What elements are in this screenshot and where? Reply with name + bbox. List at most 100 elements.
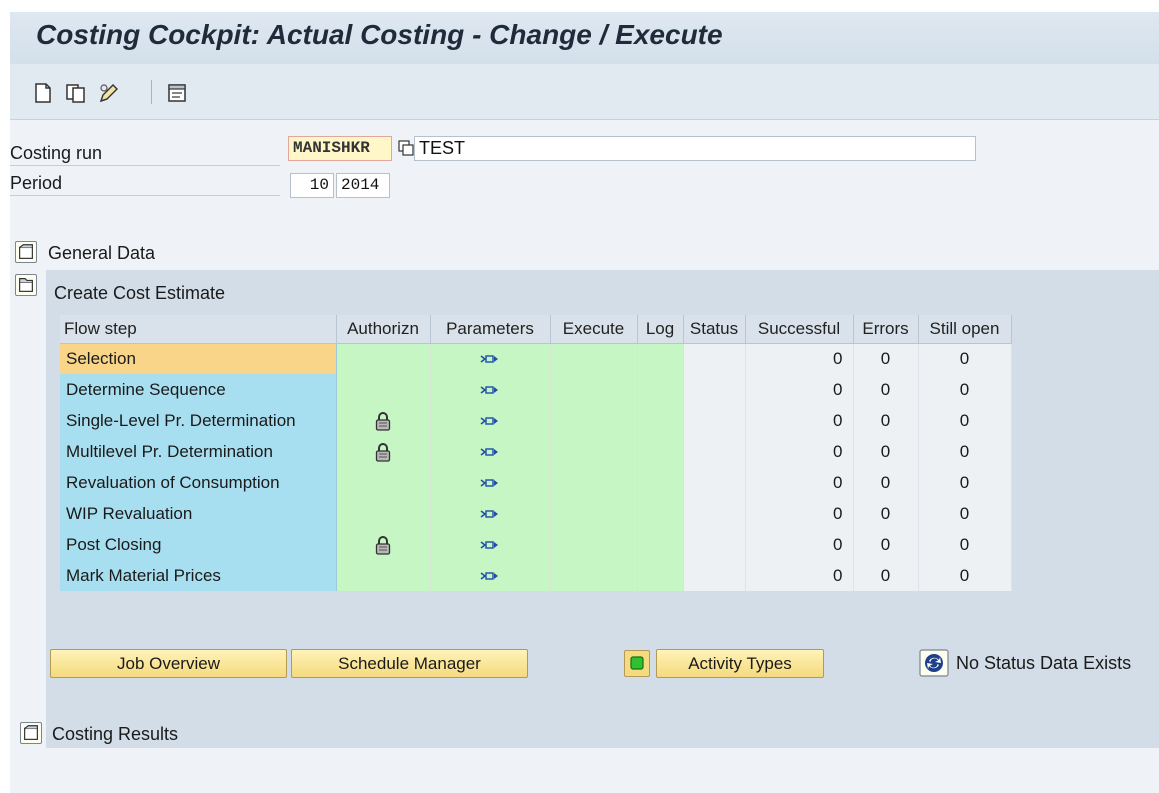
flow-step-cell[interactable]: Mark Material Prices xyxy=(60,560,337,591)
status-cell xyxy=(683,498,746,529)
job-overview-button[interactable]: Job Overview xyxy=(50,649,287,678)
table-row[interactable]: WIP Revaluation 0 0 0 xyxy=(60,498,1012,529)
flow-step-cell[interactable]: Selection xyxy=(60,343,337,374)
parameters-icon[interactable] xyxy=(480,416,500,426)
flow-step-cell[interactable]: Determine Sequence xyxy=(60,374,337,405)
flow-steps-table: Flow step Authorizn Parameters Execute L… xyxy=(60,315,1012,591)
lock-icon xyxy=(375,411,391,431)
column-header[interactable]: Status xyxy=(683,315,746,344)
activity-types-button[interactable]: Activity Types xyxy=(656,649,824,678)
collapse-tray-icon[interactable] xyxy=(15,274,37,296)
costing-results-label: Costing Results xyxy=(52,724,179,744)
errors-count: 0 xyxy=(853,343,919,374)
column-header[interactable]: Errors xyxy=(853,315,919,344)
title-bar: Costing Cockpit: Actual Costing - Change… xyxy=(10,12,1159,64)
table-row[interactable]: Revaluation of Consumption 0 0 0 xyxy=(60,467,1012,498)
execute-cell[interactable] xyxy=(550,560,638,591)
execute-cell[interactable] xyxy=(550,498,638,529)
log-cell[interactable] xyxy=(637,405,684,436)
table-row[interactable]: Determine Sequence 0 0 0 xyxy=(60,374,1012,405)
activity-status-button[interactable] xyxy=(624,650,650,677)
table-row[interactable]: Mark Material Prices 0 0 0 xyxy=(60,560,1012,591)
flow-step-cell[interactable]: Post Closing xyxy=(60,529,337,560)
period-label: Period xyxy=(10,173,63,193)
errors-count: 0 xyxy=(853,374,919,405)
flow-step-cell[interactable]: Revaluation of Consumption xyxy=(60,467,337,498)
authorization-cell xyxy=(336,436,431,467)
log-cell[interactable] xyxy=(637,436,684,467)
execute-cell[interactable] xyxy=(550,405,638,436)
parameters-icon[interactable] xyxy=(480,385,500,395)
period-year-field[interactable]: 2014 xyxy=(336,173,390,198)
parameters-icon[interactable] xyxy=(480,447,500,457)
execute-cell[interactable] xyxy=(550,529,638,560)
still-open-count: 0 xyxy=(918,467,1012,498)
flow-step-cell[interactable]: WIP Revaluation xyxy=(60,498,337,529)
refresh-status-icon[interactable] xyxy=(919,649,949,677)
parameters-icon[interactable] xyxy=(480,478,500,488)
flow-step-cell[interactable]: Multilevel Pr. Determination xyxy=(60,436,337,467)
table-row[interactable]: Single-Level Pr. Determination 0 0 0 xyxy=(60,405,1012,436)
column-header[interactable]: Log xyxy=(637,315,684,344)
expand-tray-icon[interactable] xyxy=(20,722,42,744)
column-header[interactable]: Parameters xyxy=(430,315,551,344)
status-cell xyxy=(683,405,746,436)
parameters-icon[interactable] xyxy=(480,540,500,550)
new-document-icon[interactable] xyxy=(32,82,54,104)
successful-count: 0 xyxy=(745,529,854,560)
errors-count: 0 xyxy=(853,405,919,436)
parameters-cell[interactable] xyxy=(430,467,551,498)
expand-tray-icon[interactable] xyxy=(15,241,37,263)
parameters-icon[interactable] xyxy=(480,571,500,581)
log-cell[interactable] xyxy=(637,529,684,560)
status-message: No Status Data Exists xyxy=(956,653,1132,673)
execute-cell[interactable] xyxy=(550,374,638,405)
log-cell[interactable] xyxy=(637,467,684,498)
parameters-cell[interactable] xyxy=(430,436,551,467)
table-row[interactable]: Selection 0 0 0 xyxy=(60,343,1012,374)
column-header[interactable]: Flow step xyxy=(60,315,337,344)
column-header[interactable]: Successful xyxy=(745,315,854,344)
errors-count: 0 xyxy=(853,467,919,498)
costing-run-description-field[interactable]: TEST xyxy=(414,136,976,161)
log-cell[interactable] xyxy=(637,374,684,405)
parameters-cell[interactable] xyxy=(430,529,551,560)
flow-step-cell[interactable]: Single-Level Pr. Determination xyxy=(60,405,337,436)
column-header[interactable]: Authorizn xyxy=(336,315,431,344)
authorization-cell xyxy=(336,529,431,560)
log-cell[interactable] xyxy=(637,560,684,591)
parameters-icon[interactable] xyxy=(480,354,500,364)
status-cell xyxy=(683,467,746,498)
successful-count: 0 xyxy=(745,374,854,405)
execute-cell[interactable] xyxy=(550,343,638,374)
successful-count: 0 xyxy=(745,560,854,591)
execute-cell[interactable] xyxy=(550,467,638,498)
table-row[interactable]: Multilevel Pr. Determination 0 0 0 xyxy=(60,436,1012,467)
costing-run-row: Costing run xyxy=(10,140,280,166)
parameters-cell[interactable] xyxy=(430,343,551,374)
log-cell[interactable] xyxy=(637,343,684,374)
edit-pencil-icon[interactable] xyxy=(98,82,120,104)
log-cell[interactable] xyxy=(637,498,684,529)
errors-count: 0 xyxy=(853,436,919,467)
parameters-cell[interactable] xyxy=(430,374,551,405)
column-header[interactable]: Execute xyxy=(550,315,638,344)
authorization-cell xyxy=(336,467,431,498)
parameters-cell[interactable] xyxy=(430,560,551,591)
parameters-cell[interactable] xyxy=(430,498,551,529)
table-row[interactable]: Post Closing 0 0 0 xyxy=(60,529,1012,560)
schedule-manager-button[interactable]: Schedule Manager xyxy=(291,649,528,678)
parameters-cell[interactable] xyxy=(430,405,551,436)
still-open-count: 0 xyxy=(918,498,1012,529)
copy-icon[interactable] xyxy=(65,82,87,104)
display-list-icon[interactable] xyxy=(166,82,188,104)
authorization-cell xyxy=(336,405,431,436)
column-header[interactable]: Still open xyxy=(918,315,1012,344)
period-month-field[interactable]: 10 xyxy=(290,173,334,198)
costing-run-field[interactable]: MANISHKR xyxy=(288,136,392,161)
status-cell xyxy=(683,436,746,467)
execute-cell[interactable] xyxy=(550,436,638,467)
copy-small-icon[interactable] xyxy=(398,140,414,156)
period-row: Period xyxy=(10,170,280,196)
parameters-icon[interactable] xyxy=(480,509,500,519)
